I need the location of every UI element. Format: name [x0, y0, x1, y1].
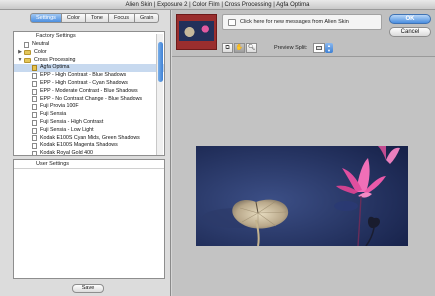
preview-split-label: Preview Split:	[274, 45, 308, 51]
tree-item[interactable]: EPP - No Contrast Change - Blue Shadows	[14, 96, 164, 104]
preset-icon	[32, 127, 37, 134]
tree-item[interactable]: ▼ Cross Processing	[14, 57, 164, 65]
preset-icon	[32, 96, 37, 103]
disclosure-open-icon[interactable]: ▼	[16, 57, 24, 65]
preset-icon	[32, 151, 37, 155]
tree-item[interactable]: EPP - Moderate Contrast - Blue Shadows	[14, 88, 164, 96]
preset-icon	[32, 112, 37, 119]
tree-item-label: Agfa Optima	[40, 64, 70, 71]
preset-icon	[32, 135, 37, 142]
tree-item[interactable]: Agfa Optima	[14, 64, 164, 73]
folder-icon	[24, 50, 31, 56]
zoom-tool-icon[interactable]: 🔍︎	[246, 43, 257, 53]
tree-item-label: Fuji Sensia - Low Light	[40, 126, 94, 133]
tree-item[interactable]: Neutral	[14, 41, 164, 49]
folder-icon	[24, 57, 31, 63]
preview-panel: Click here for new messages from Alien S…	[172, 10, 435, 296]
preset-icon	[32, 73, 37, 80]
split-dropdown-arrows-icon[interactable]: ▲ ▼	[325, 43, 333, 53]
hand-tool-icon[interactable]: ✋	[234, 43, 245, 53]
preview-image	[196, 146, 408, 246]
tab-focus[interactable]: Focus	[108, 13, 135, 23]
tree-item[interactable]: EPP - High Contrast - Blue Shadows	[14, 72, 164, 80]
tree-item-label: Fuji Sensia - High Contrast	[40, 118, 104, 125]
preset-icon	[32, 80, 37, 87]
message-bar[interactable]: Click here for new messages from Alien S…	[222, 14, 382, 30]
tree-item[interactable]: Kodak Royal Gold 400	[14, 150, 164, 156]
cancel-button[interactable]: Cancel	[389, 27, 431, 37]
user-settings-header: User Settings	[14, 160, 164, 169]
preset-icon	[32, 104, 37, 111]
lotus-photo	[196, 146, 408, 246]
save-button[interactable]: Save	[72, 284, 104, 293]
tree-item-label: Kodak E100S Magenta Shadows	[40, 142, 118, 149]
crop-tool-icon[interactable]: ⧉	[222, 43, 233, 53]
tree-item-label: Color	[34, 48, 47, 55]
navigator-thumbnail-image	[179, 21, 214, 41]
preset-icon	[32, 88, 37, 95]
factory-settings-header: Factory Settings	[36, 33, 76, 39]
navigator-thumbnail[interactable]	[176, 14, 217, 50]
tree-item-label: EPP - No Contrast Change - Blue Shadows	[40, 95, 143, 102]
tree-item-label: EPP - High Contrast - Cyan Shadows	[40, 79, 128, 86]
tree-item[interactable]: EPP - High Contrast - Cyan Shadows	[14, 80, 164, 88]
tree-item[interactable]: Fuji Provia 100F	[14, 103, 164, 111]
tree-item-label: Kodak E100S Cyan Mids, Green Shadows	[40, 134, 140, 141]
message-icon	[228, 19, 236, 26]
tree-item[interactable]: Fuji Sensia	[14, 111, 164, 119]
preset-icon	[32, 143, 37, 150]
tree-item[interactable]: Kodak E100S Cyan Mids, Green Shadows	[14, 135, 164, 143]
preset-icon	[32, 65, 37, 72]
disclosure-closed-icon[interactable]: ▶	[16, 49, 24, 57]
tree-item-label: Cross Processing	[34, 56, 76, 63]
tab-bar: Settings Color Tone Focus Grain	[30, 13, 160, 23]
preset-icon	[32, 119, 37, 126]
tab-settings[interactable]: Settings	[30, 13, 62, 23]
tree-item-label: EPP - Moderate Contrast - Blue Shadows	[40, 87, 138, 94]
tree-item-label: Neutral	[32, 41, 50, 47]
preset-icon	[24, 41, 29, 48]
preview-split-select[interactable]	[313, 43, 325, 53]
factory-settings-tree: Factory Settings Neutral ▶ Color ▼ Cross Pro…	[13, 31, 165, 156]
tree-item-label: Fuji Sensia	[40, 111, 67, 118]
tree-item-label: EPP - High Contrast - Blue Shadows	[40, 72, 127, 79]
tree-item[interactable]: Fuji Sensia - Low Light	[14, 127, 164, 135]
ok-button[interactable]: OK	[389, 14, 431, 24]
user-settings-list: User Settings	[13, 159, 165, 279]
tree-item[interactable]: Fuji Sensia - High Contrast	[14, 119, 164, 127]
tab-color[interactable]: Color	[61, 13, 87, 23]
tab-grain[interactable]: Grain	[134, 13, 160, 23]
tree-scrollbar[interactable]	[156, 34, 163, 155]
split-mode-icon	[316, 46, 322, 50]
preview-area[interactable]	[172, 56, 435, 296]
settings-panel: Settings Color Tone Focus Grain Factory Sett…	[0, 10, 171, 296]
tree-item-label: Kodak Royal Gold 400	[40, 150, 94, 156]
tree-item[interactable]: ▶ Color	[14, 49, 164, 57]
window-title: Alien Skin | Exposure 2 | Color Film | C…	[0, 0, 435, 10]
tree-item-label: Fuji Provia 100F	[40, 103, 79, 110]
tool-group: ⧉ ✋ 🔍︎	[222, 43, 257, 53]
tree-item[interactable]: Kodak E100S Magenta Shadows	[14, 142, 164, 150]
tab-tone[interactable]: Tone	[86, 13, 109, 23]
tree-scroll-thumb[interactable]	[158, 42, 163, 82]
message-text[interactable]: Click here for new messages from Alien S…	[240, 15, 349, 30]
